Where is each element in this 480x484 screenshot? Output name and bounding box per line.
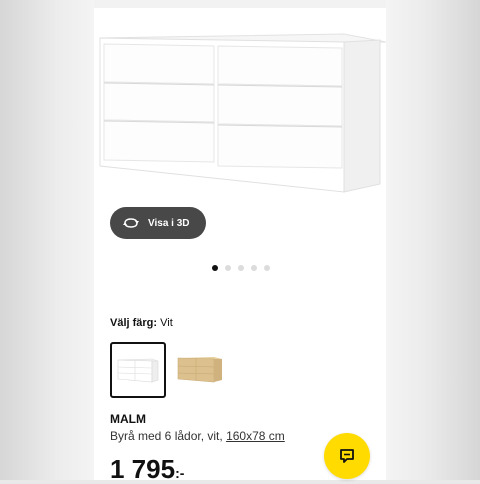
product-description: Byrå med 6 lådor, vit, 160x78 cm [110, 429, 285, 443]
color-selection-label: Välj färg: Vit [110, 317, 173, 329]
white-swatch[interactable] [110, 342, 166, 398]
carousel-dot[interactable] [225, 265, 231, 271]
background-right [386, 0, 480, 480]
carousel-dot[interactable] [212, 265, 218, 271]
birch-swatch[interactable] [174, 342, 230, 398]
carousel-dot[interactable] [238, 265, 244, 271]
carousel-dots [212, 265, 270, 271]
top-strip [94, 0, 386, 8]
product-panel: Visa i 3D Välj färg: Vit MALM Byrå med 6… [94, 0, 386, 482]
view-3d-button[interactable]: Visa i 3D [110, 207, 206, 239]
product-name: MALM [110, 412, 146, 426]
product-price: 1 795:- [110, 456, 184, 482]
price-suffix: :- [175, 465, 185, 481]
chat-icon [340, 449, 354, 463]
chat-button[interactable] [324, 433, 370, 479]
size-link[interactable]: 160x78 cm [226, 429, 285, 443]
carousel-dot[interactable] [251, 265, 257, 271]
birch-dresser-thumbnail [177, 357, 222, 383]
product-image [99, 33, 386, 193]
color-label-prefix: Välj färg: [110, 317, 158, 329]
rotate-3d-icon [123, 218, 139, 228]
color-value: Vit [160, 317, 173, 329]
background-left [0, 0, 94, 480]
description-text: Byrå med 6 lådor, vit, [110, 429, 227, 443]
carousel-dot[interactable] [264, 265, 270, 271]
white-dresser-thumbnail [117, 358, 159, 383]
view-3d-label: Visa i 3D [148, 217, 190, 229]
